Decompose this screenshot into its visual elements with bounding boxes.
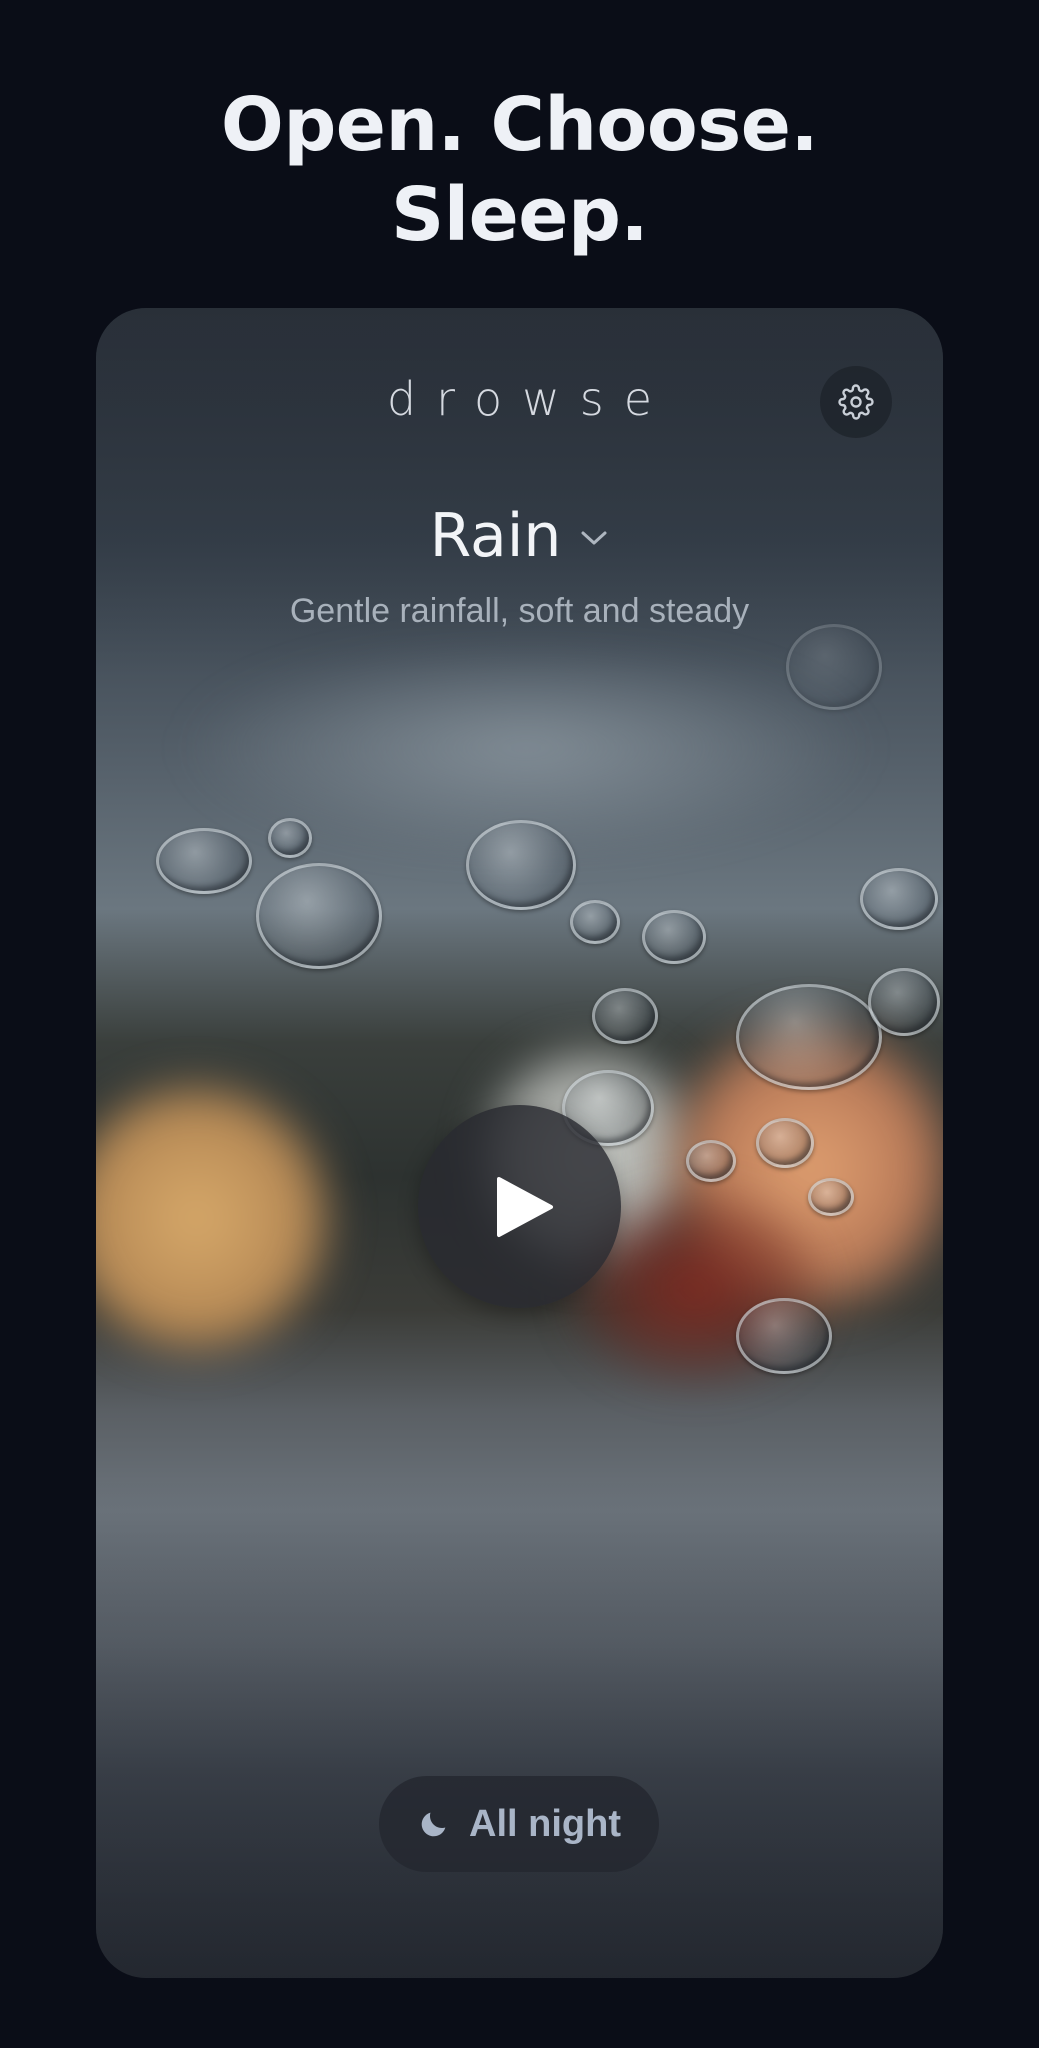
moon-icon xyxy=(421,1812,446,1837)
headline-line-2: Sleep. xyxy=(390,172,649,258)
phone-screen: drowse Rain Gentle rainfall, soft and st… xyxy=(96,308,943,1978)
sound-description: Gentle rainfall, soft and steady xyxy=(289,592,750,630)
headline: Open. Choose. Sleep. xyxy=(0,80,1039,260)
sleep-timer-button[interactable]: All night xyxy=(379,1776,659,1872)
play-button[interactable] xyxy=(418,1105,621,1308)
sound-selector[interactable]: Rain xyxy=(96,500,943,572)
sleep-timer-label: All night xyxy=(469,1802,621,1845)
gear-icon xyxy=(838,384,874,420)
headline-line-1: Open. Choose. xyxy=(220,82,819,168)
play-icon xyxy=(496,1176,553,1237)
settings-button[interactable] xyxy=(820,366,892,438)
chevron-down-icon xyxy=(581,531,607,545)
sound-title: Rain xyxy=(429,501,562,571)
app-name: drowse xyxy=(386,372,673,426)
